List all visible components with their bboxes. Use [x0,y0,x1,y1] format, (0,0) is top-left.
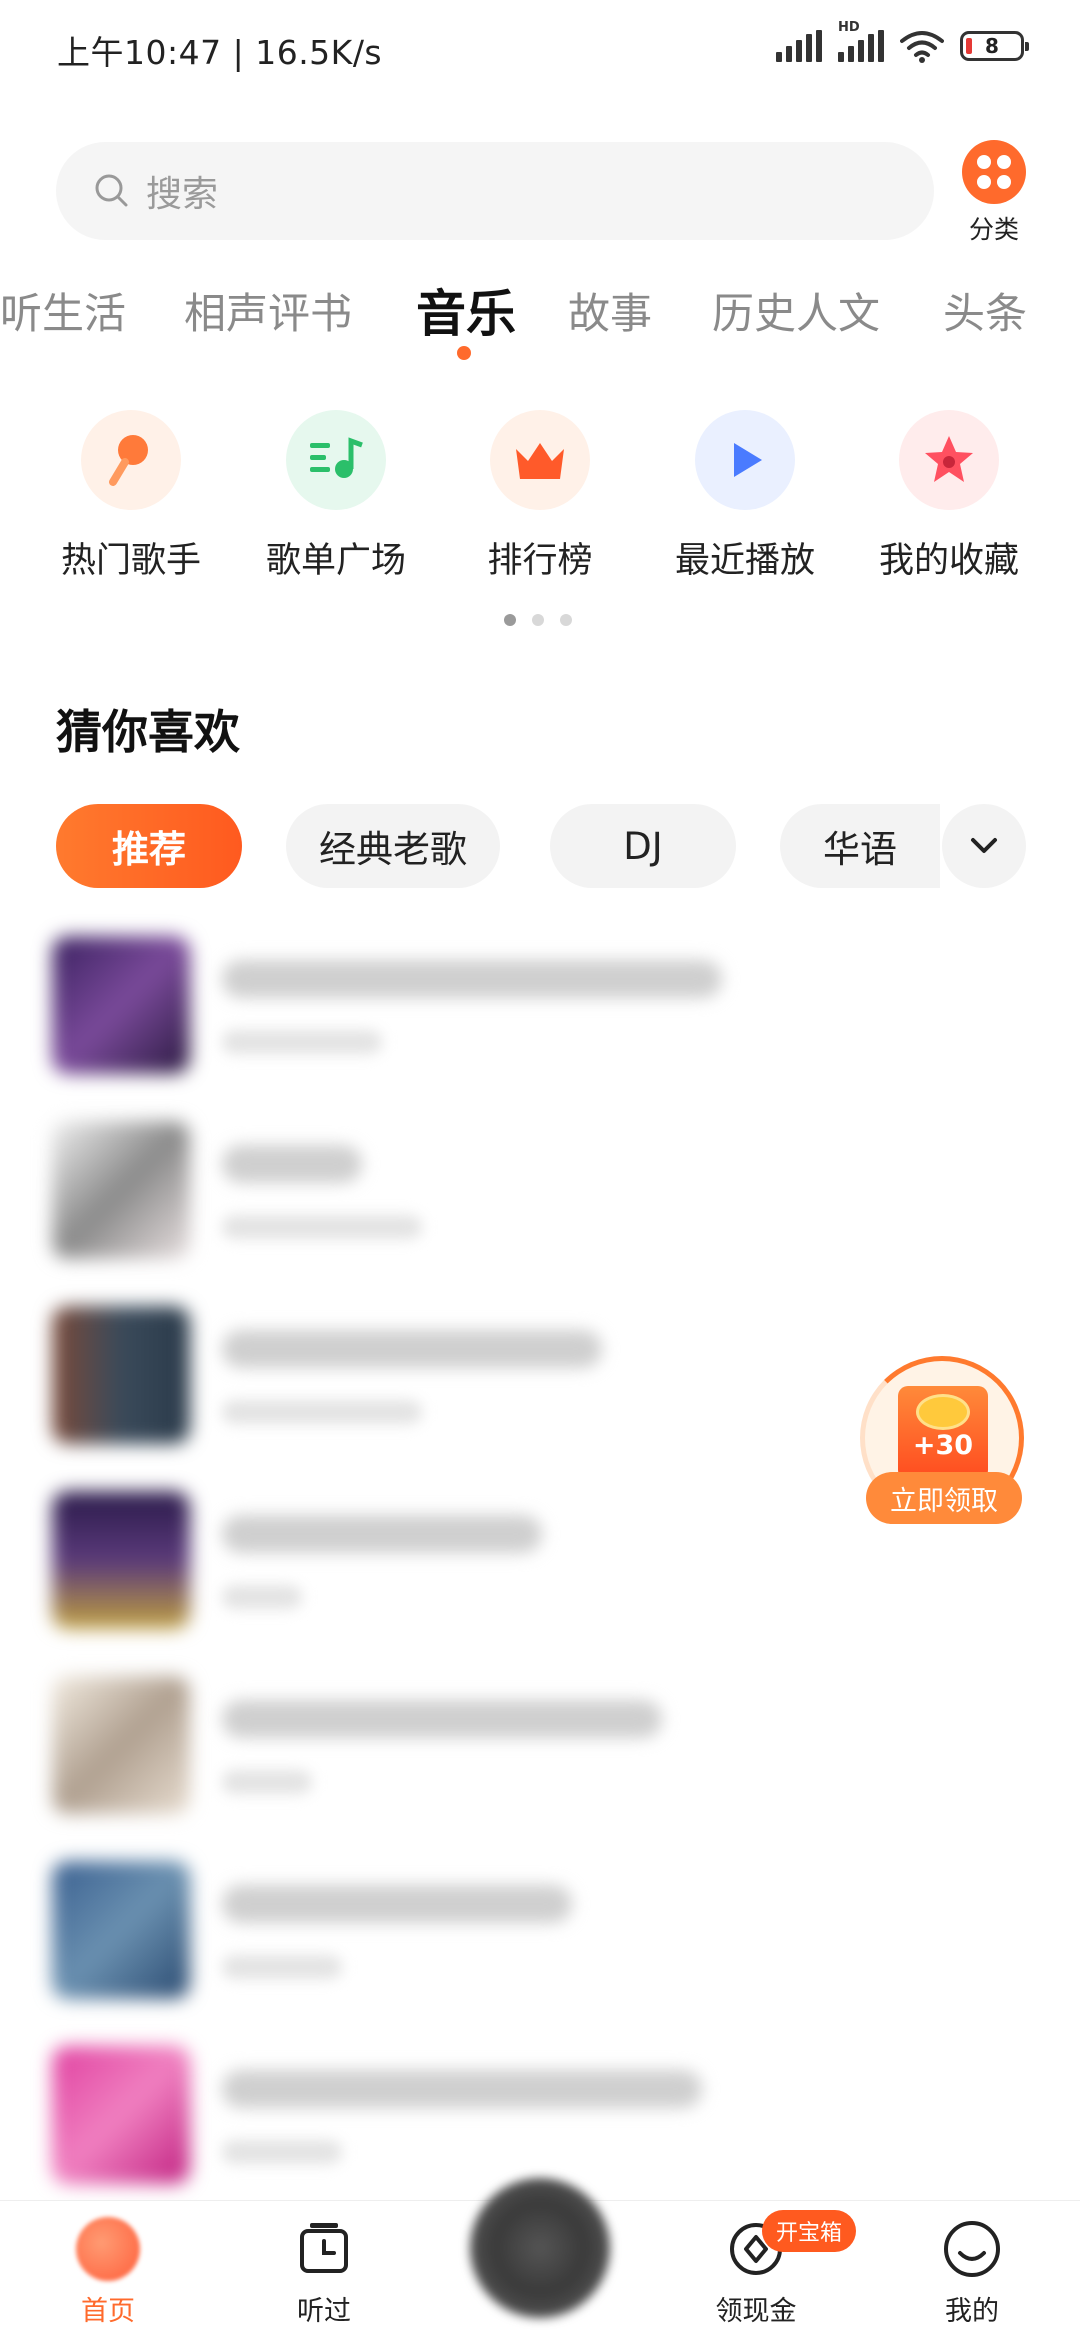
chip-chinese[interactable]: 华语 [780,804,940,888]
chip-recommend[interactable]: 推荐 [56,804,242,888]
nav-label: 听过 [297,2296,351,2327]
status-icons: HD 8 [776,20,1029,66]
category-tabs: 听生活 相声评书 音乐 故事 历史人文 头条 [0,270,1080,370]
shortcut-playlist-plaza[interactable]: 歌单广场 [241,410,431,583]
shortcut-label: 最近播放 [674,541,815,581]
treasure-box-badge: 开宝箱 [762,2210,857,2252]
microphone-icon [81,410,181,510]
tab-crosstalk[interactable]: 相声评书 [184,280,352,341]
shortcut-label: 我的收藏 [878,541,1019,581]
home-icon [76,2217,140,2281]
album-cover [52,936,190,1074]
shortcut-recent[interactable]: 最近播放 [650,410,840,583]
album-cover [52,2046,190,2184]
reward-amount: +30 [912,1430,974,1461]
shortcut-label: 歌单广场 [265,541,406,581]
list-item[interactable] [0,2030,1080,2190]
category-label: 分类 [968,215,1019,244]
nav-label: 我的 [945,2296,999,2327]
signal-icon [776,30,822,62]
tab-history[interactable]: 历史人文 [712,280,880,341]
shortcut-grid: 热门歌手 歌单广场 排行榜 最近播放 我的收藏 [0,410,1080,590]
tab-story[interactable]: 故事 [568,280,652,341]
chevron-down-icon [971,838,997,853]
album-cover [52,1676,190,1814]
nav-label: 领现金 [715,2296,797,2327]
tab-headlines[interactable]: 头条 [943,280,1027,341]
chip-dj[interactable]: DJ [550,804,736,888]
category-button[interactable]: 分类 [958,140,1030,246]
list-item[interactable] [0,1105,1080,1265]
search-icon [95,174,128,207]
hd-signal-icon: HD [838,20,884,62]
tab-listen-life[interactable]: 听生活 [0,280,126,341]
expand-chips-button[interactable] [942,804,1026,888]
album-cover [52,1306,190,1444]
album-cover [52,1861,190,1999]
search-bar[interactable]: 搜索 [56,142,934,240]
album-cover [52,1491,190,1629]
shortcut-label: 排行榜 [487,541,593,581]
reward-widget[interactable]: +30 立即领取 [858,1356,1028,1528]
shortcut-favorites[interactable]: 我的收藏 [854,410,1044,583]
tab-music[interactable]: 音乐 [416,274,516,346]
nav-history[interactable]: 听过 [254,2217,394,2328]
list-item[interactable] [0,920,1080,1080]
star-icon [899,410,999,510]
nav-home[interactable]: 首页 [38,2217,178,2328]
battery-icon: 8 [960,31,1029,61]
claim-reward-button[interactable]: 立即领取 [866,1472,1022,1524]
coin-icon [916,1394,970,1430]
grid-icon [962,140,1026,204]
list-item[interactable] [0,1660,1080,1820]
chip-classic[interactable]: 经典老歌 [286,804,500,888]
crown-icon [490,410,590,510]
wifi-icon [900,31,944,63]
shortcut-ranking[interactable]: 排行榜 [445,410,635,583]
shortcut-label: 热门歌手 [60,541,201,581]
play-icon [695,410,795,510]
status-bar: 上午10:47 | 16.5K/s HD 8 [0,0,1080,96]
nav-label: 首页 [81,2296,135,2327]
page-indicator [504,614,572,626]
gift-box-icon: +30 [898,1386,988,1480]
active-tab-indicator [457,346,471,360]
smile-icon [940,2217,1004,2281]
section-title: 猜你喜欢 [56,705,240,759]
list-item[interactable] [0,1845,1080,2005]
now-playing-disc[interactable] [470,2178,610,2318]
filter-chips: 推荐 经典老歌 DJ 华语 [56,804,1036,888]
playlist-icon [286,410,386,510]
status-time: 上午10:47 | 16.5K/s [57,33,383,72]
history-icon [292,2217,356,2281]
search-placeholder: 搜索 [146,174,219,215]
album-cover [52,1121,190,1259]
nav-mine[interactable]: 我的 [902,2217,1042,2328]
shortcut-hot-singers[interactable]: 热门歌手 [36,410,226,583]
